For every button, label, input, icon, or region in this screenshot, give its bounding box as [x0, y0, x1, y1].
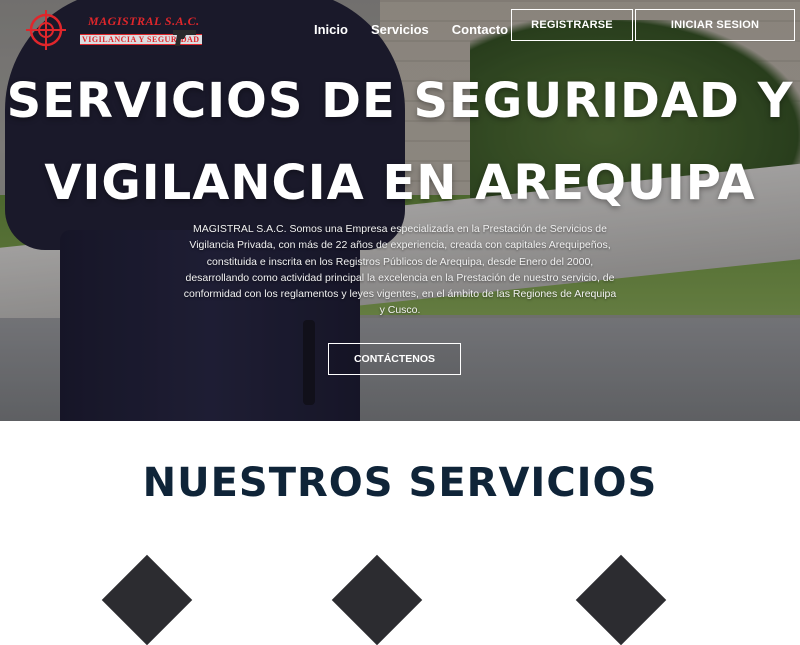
hero-title-line2: VIGILANCIA EN AREQUIPA	[44, 155, 756, 211]
nav-item-inicio[interactable]: Inicio	[314, 22, 348, 37]
site-logo[interactable]: MAGISTRAL S.A.C. VIGILANCIA Y SEGURIDAD	[26, 8, 202, 52]
hero-title-line1: SERVICIOS DE SEGURIDAD Y	[6, 73, 794, 129]
hero-description: MAGISTRAL S.A.C. Somos una Empresa espec…	[183, 223, 617, 317]
contact-button[interactable]: CONTÁCTENOS	[328, 343, 461, 375]
pistol-icon	[173, 30, 196, 46]
nav-item-servicios[interactable]: Servicios	[371, 22, 429, 37]
hero-title: SERVICIOS DE SEGURIDAD Y VIGILANCIA EN A…	[0, 60, 800, 224]
services-heading: NUESTROS SERVICIOS	[142, 460, 658, 506]
main-nav: Inicio Servicios Contacto	[314, 22, 508, 37]
nav-item-contacto[interactable]: Contacto	[452, 22, 508, 37]
crosshair-icon	[26, 10, 66, 50]
login-button[interactable]: INICIAR SESION	[635, 9, 795, 41]
hero-section: MAGISTRAL S.A.C. VIGILANCIA Y SEGURIDAD …	[0, 0, 800, 421]
register-button[interactable]: REGISTRARSE	[511, 9, 633, 41]
